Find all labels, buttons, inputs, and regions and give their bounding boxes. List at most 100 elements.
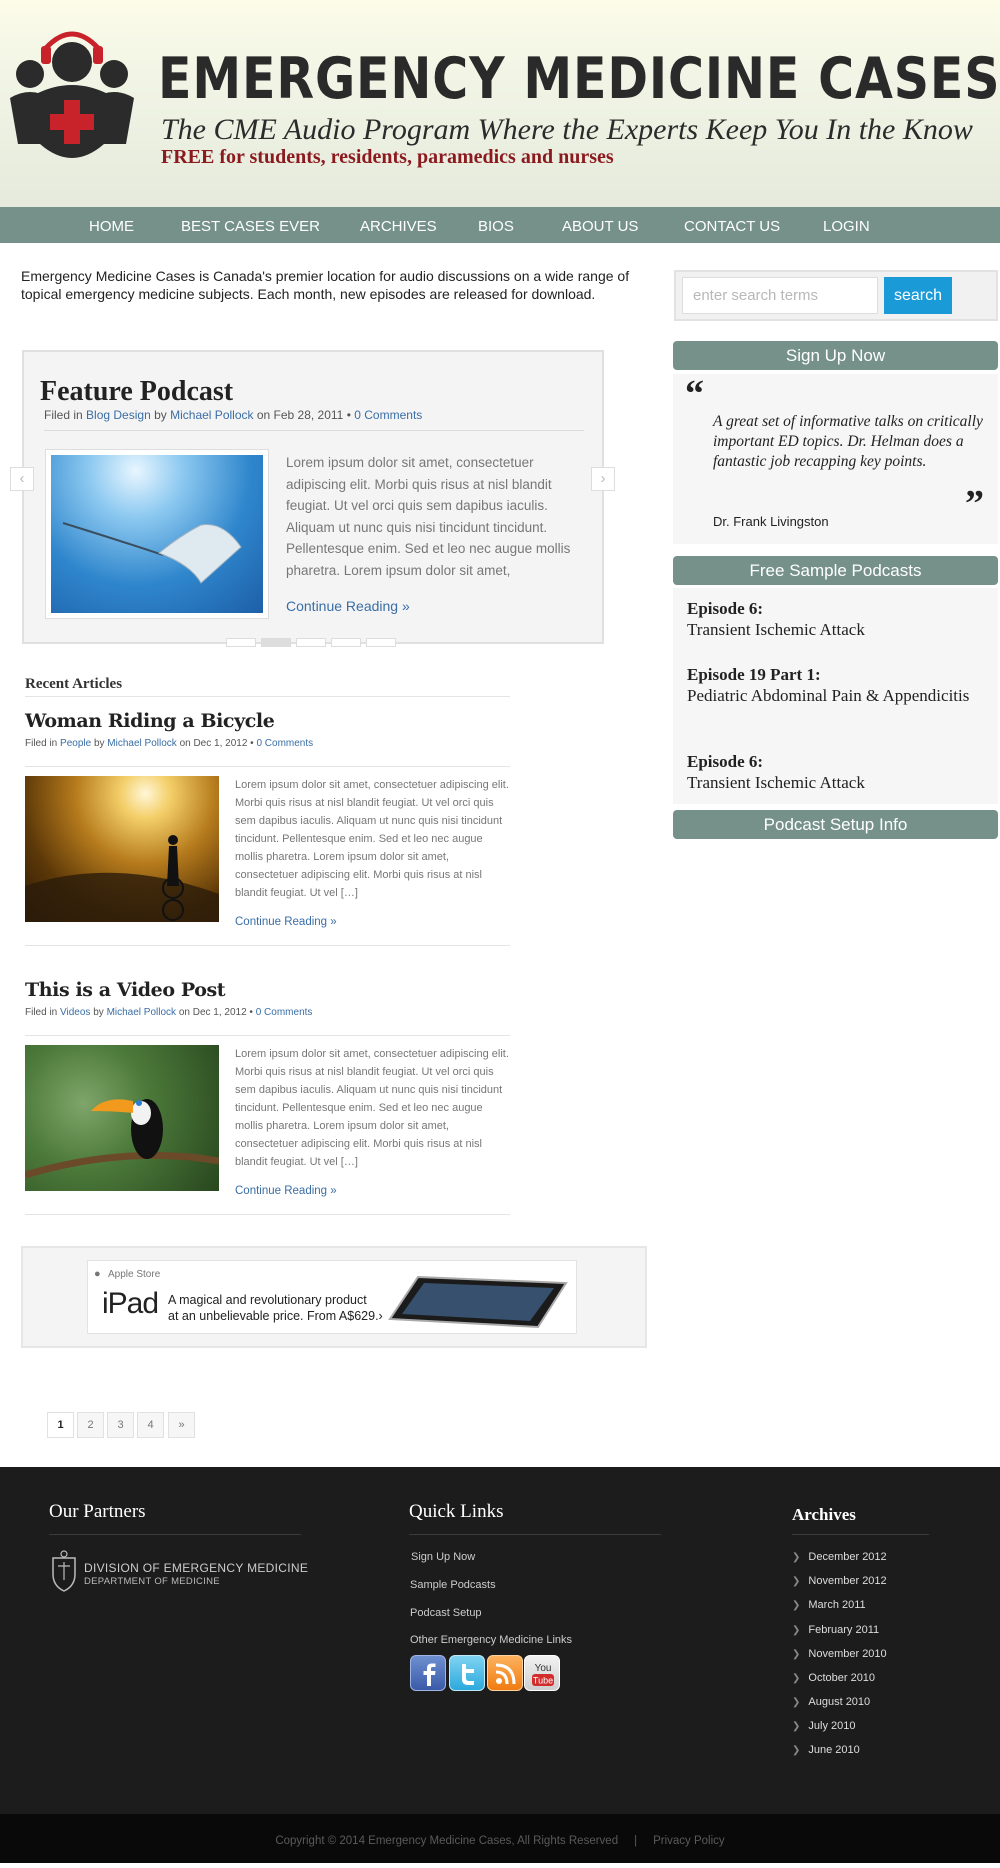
privacy-policy-link[interactable]: Privacy Policy <box>653 1835 725 1847</box>
post-title-link[interactable]: Woman Riding a Bicycle <box>25 710 275 732</box>
slider-dot[interactable] <box>366 638 396 647</box>
post-category-link[interactable]: People <box>60 738 91 749</box>
sample-podcast-item[interactable]: Episode 19 Part 1: Pediatric Abdominal P… <box>687 664 987 706</box>
archive-link[interactable]: ❯ February 2011 <box>792 1624 879 1636</box>
slider-next-arrow[interactable]: › <box>591 467 615 491</box>
feature-meta: Filed in Blog Design by Michael Pollock … <box>44 408 423 422</box>
search-button[interactable]: search <box>884 277 952 314</box>
feature-continue-link[interactable]: Continue Reading » <box>286 598 410 614</box>
nav-item-home[interactable]: HOME <box>89 207 134 243</box>
ad-store-label: Apple Store <box>108 1269 161 1280</box>
post-thumbnail-bicycle[interactable] <box>25 776 219 922</box>
quick-link-signup[interactable]: Sign Up Now <box>411 1551 475 1563</box>
post-item: This is a Video Post Filed in Videos by … <box>25 979 510 1215</box>
post-author-link[interactable]: Michael Pollock <box>107 1007 176 1018</box>
search-box: search <box>674 270 998 321</box>
copyright-bar: Copyright © 2014 Emergency Medicine Case… <box>0 1814 1000 1863</box>
partner-logo-link[interactable]: DIVISION OF EMERGENCY MEDICINE DEPARTMEN… <box>50 1550 308 1592</box>
search-input[interactable] <box>682 277 878 314</box>
post-excerpt: Lorem ipsum dolor sit amet, consectetuer… <box>235 779 509 899</box>
post-thumbnail-toucan[interactable] <box>25 1045 219 1191</box>
post-continue-link[interactable]: Continue Reading » <box>235 916 337 928</box>
youtube-icon[interactable]: You Tube <box>524 1655 560 1691</box>
partner-department: DEPARTMENT OF MEDICINE <box>84 1576 220 1587</box>
slider-dot-active[interactable] <box>261 638 291 647</box>
podcast-setup-info-button[interactable]: Podcast Setup Info <box>673 810 998 839</box>
feature-author-link[interactable]: Michael Pollock <box>170 408 253 422</box>
nav-item-login[interactable]: LOGIN <box>823 207 870 243</box>
ipad-ad-banner[interactable]: ● Apple Store iPad A magical and revolut… <box>87 1260 577 1334</box>
quick-link-sample-podcasts[interactable]: Sample Podcasts <box>410 1579 496 1591</box>
logo-icon[interactable] <box>6 26 138 164</box>
page-button-1[interactable]: 1 <box>47 1412 74 1438</box>
divider <box>49 1534 301 1535</box>
archive-link[interactable]: ❯ November 2010 <box>792 1648 887 1660</box>
page-button-2[interactable]: 2 <box>77 1412 104 1438</box>
post-continue-link[interactable]: Continue Reading » <box>235 1185 337 1197</box>
feature-category-link[interactable]: Blog Design <box>86 408 151 422</box>
chevron-right-icon: ❯ <box>792 1649 801 1660</box>
archive-link[interactable]: ❯ December 2012 <box>792 1551 887 1563</box>
slider-dot[interactable] <box>296 638 326 647</box>
archive-link[interactable]: ❯ March 2011 <box>792 1599 866 1611</box>
post-title-link[interactable]: This is a Video Post <box>25 979 226 1001</box>
divider <box>25 945 510 946</box>
sample-podcasts-panel: Episode 6: Transient Ischemic Attack Epi… <box>673 588 998 804</box>
nav-item-best-cases[interactable]: BEST CASES EVER <box>181 207 320 243</box>
feature-slider: Feature Podcast Filed in Blog Design by … <box>22 350 604 644</box>
divider <box>792 1534 929 1535</box>
site-footer: Our Partners DIVISION OF EMERGENCY MEDIC… <box>0 1467 1000 1814</box>
quick-links-heading: Quick Links <box>409 1501 504 1522</box>
page-button-4[interactable]: 4 <box>137 1412 164 1438</box>
main-nav: HOME BEST CASES EVER ARCHIVES BIOS ABOUT… <box>0 207 1000 243</box>
post-comments-link[interactable]: 0 Comments <box>256 1007 313 1018</box>
nav-item-about[interactable]: ABOUT US <box>562 207 638 243</box>
nav-item-contact[interactable]: CONTACT US <box>684 207 780 243</box>
ipad-image <box>388 1275 568 1329</box>
archive-link[interactable]: ❯ June 2010 <box>792 1744 860 1756</box>
apple-icon: ● <box>94 1268 101 1280</box>
quick-link-podcast-setup[interactable]: Podcast Setup <box>410 1607 482 1619</box>
page-button-3[interactable]: 3 <box>107 1412 134 1438</box>
archive-link[interactable]: ❯ July 2010 <box>792 1720 855 1732</box>
post-comments-link[interactable]: 0 Comments <box>256 738 313 749</box>
site-title: EMERGENCY MEDICINE CASES <box>158 46 1000 112</box>
site-subtagline: FREE for students, residents, paramedics… <box>161 146 614 168</box>
facebook-icon[interactable] <box>410 1655 446 1691</box>
slider-prev-arrow[interactable]: ‹ <box>10 467 34 491</box>
signup-now-button[interactable]: Sign Up Now <box>673 341 998 370</box>
feature-excerpt: Lorem ipsum dolor sit amet, consectetuer… <box>286 455 571 578</box>
post-category-link[interactable]: Videos <box>60 1007 90 1018</box>
chevron-right-icon: ❯ <box>792 1625 801 1636</box>
archive-link[interactable]: ❯ August 2010 <box>792 1696 870 1708</box>
page-next-button[interactable]: » <box>168 1412 195 1438</box>
quick-link-other-em-links[interactable]: Other Emergency Medicine Links <box>410 1634 572 1646</box>
free-sample-podcasts-title[interactable]: Free Sample Podcasts <box>673 556 998 585</box>
sample-podcast-item[interactable]: Episode 6: Transient Ischemic Attack <box>687 751 987 793</box>
nav-item-bios[interactable]: BIOS <box>478 207 514 243</box>
slider-dot[interactable] <box>226 638 256 647</box>
feature-comments-link[interactable]: 0 Comments <box>354 408 422 422</box>
twitter-icon[interactable] <box>449 1655 485 1691</box>
testimonial-panel: “ A great set of informative talks on cr… <box>673 373 998 544</box>
footer-separator: | <box>634 1835 638 1847</box>
chevron-right-icon: ❯ <box>792 1552 801 1563</box>
recent-articles-heading: Recent Articles <box>25 676 123 692</box>
divider <box>25 1035 510 1036</box>
nav-item-archives[interactable]: ARCHIVES <box>360 207 437 243</box>
post-excerpt: Lorem ipsum dolor sit amet, consectetuer… <box>235 1048 509 1168</box>
divider <box>44 430 584 431</box>
svg-text:Tube: Tube <box>533 1676 553 1686</box>
archive-link[interactable]: ❯ November 2012 <box>792 1575 887 1587</box>
slider-dot[interactable] <box>331 638 361 647</box>
post-meta: Filed in People by Michael Pollock on De… <box>25 738 314 749</box>
post-meta: Filed in Videos by Michael Pollock on De… <box>25 1007 313 1018</box>
svg-text:You: You <box>535 1663 552 1674</box>
archives-heading: Archives <box>792 1505 856 1524</box>
rss-icon[interactable] <box>487 1655 523 1691</box>
archive-link[interactable]: ❯ October 2010 <box>792 1672 875 1684</box>
feature-image-stingray[interactable] <box>46 450 268 618</box>
chevron-right-icon: ❯ <box>792 1721 801 1732</box>
sample-podcast-item[interactable]: Episode 6: Transient Ischemic Attack <box>687 598 987 640</box>
post-author-link[interactable]: Michael Pollock <box>107 738 176 749</box>
